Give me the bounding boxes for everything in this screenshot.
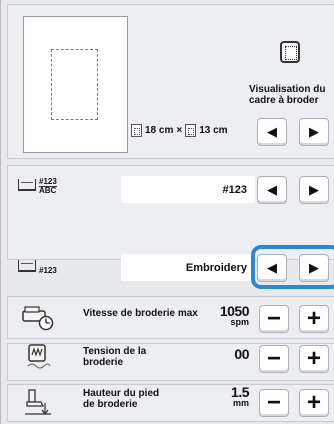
thread-number-icon [18, 179, 36, 191]
embroidery-tension-icon [27, 344, 51, 369]
presser-foot-height-icon [25, 389, 51, 415]
foot-height-value: 1.5 mm [211, 385, 249, 408]
thread-number-prev-button[interactable]: ◀ [257, 176, 287, 204]
tension-value: 00 [211, 346, 249, 362]
plus-icon: + [306, 305, 321, 332]
speed-decrease-button[interactable]: − [259, 305, 289, 333]
hoop-dimensions: 18 cm × 13 cm [131, 124, 228, 137]
thread-number-tag-code: #123 [39, 177, 57, 186]
thread-number-tag: #123 ABC [39, 178, 57, 195]
embroidery-settings-screen: Visualisation du cadre à broder 18 cm × … [0, 0, 334, 424]
frame-display-icon [280, 41, 300, 63]
right-arrow-icon: ▶ [309, 182, 319, 197]
hoop-width-icon [131, 124, 142, 137]
left-arrow-icon: ◀ [267, 182, 277, 197]
thread-number-next-button[interactable]: ▶ [299, 176, 329, 204]
tension-label: Tension de la broderie [83, 346, 147, 368]
tension-increase-button[interactable]: + [299, 345, 329, 373]
foot-height-value-unit: mm [232, 398, 249, 408]
speed-value: 1050 spm [201, 304, 250, 327]
frame-display-label: Visualisation du cadre à broder [249, 84, 326, 106]
plus-icon: + [306, 389, 321, 416]
hoop-height: 13 cm [199, 125, 228, 136]
hoop-width: 18 cm [145, 125, 174, 136]
foot-height-label: Hauteur du pied de broderie [83, 388, 160, 410]
tension-value-number: 00 [234, 346, 249, 362]
selection-highlight [251, 245, 334, 289]
tension-decrease-button[interactable]: − [259, 345, 289, 373]
thread-brand-display: Embroidery [121, 254, 255, 281]
embroidery-speed-icon [22, 306, 54, 331]
frame-display-next-button[interactable]: ▶ [299, 118, 329, 146]
thread-brand-tag: #123 [39, 266, 57, 275]
hoop-height-icon [185, 124, 197, 137]
left-arrow-icon: ◀ [267, 124, 277, 139]
thread-number-tag-abc: ABC [39, 186, 57, 195]
hoop-area-outline [51, 49, 98, 120]
minus-icon: − [266, 345, 281, 372]
speed-label: Vitesse de broderie max [83, 308, 198, 319]
minus-icon: − [266, 305, 281, 332]
speed-increase-button[interactable]: + [299, 305, 329, 333]
foot-height-decrease-button[interactable]: − [259, 389, 289, 417]
plus-icon: + [306, 345, 321, 372]
foot-height-increase-button[interactable]: + [299, 389, 329, 417]
embroidery-frame-preview [23, 16, 128, 153]
thread-number-display: #123 [121, 176, 255, 203]
minus-icon: − [266, 389, 281, 416]
right-arrow-icon: ▶ [309, 124, 319, 139]
frame-display-prev-button[interactable]: ◀ [257, 118, 287, 146]
dimension-separator: × [176, 125, 183, 136]
thread-brand-icon [18, 260, 36, 272]
